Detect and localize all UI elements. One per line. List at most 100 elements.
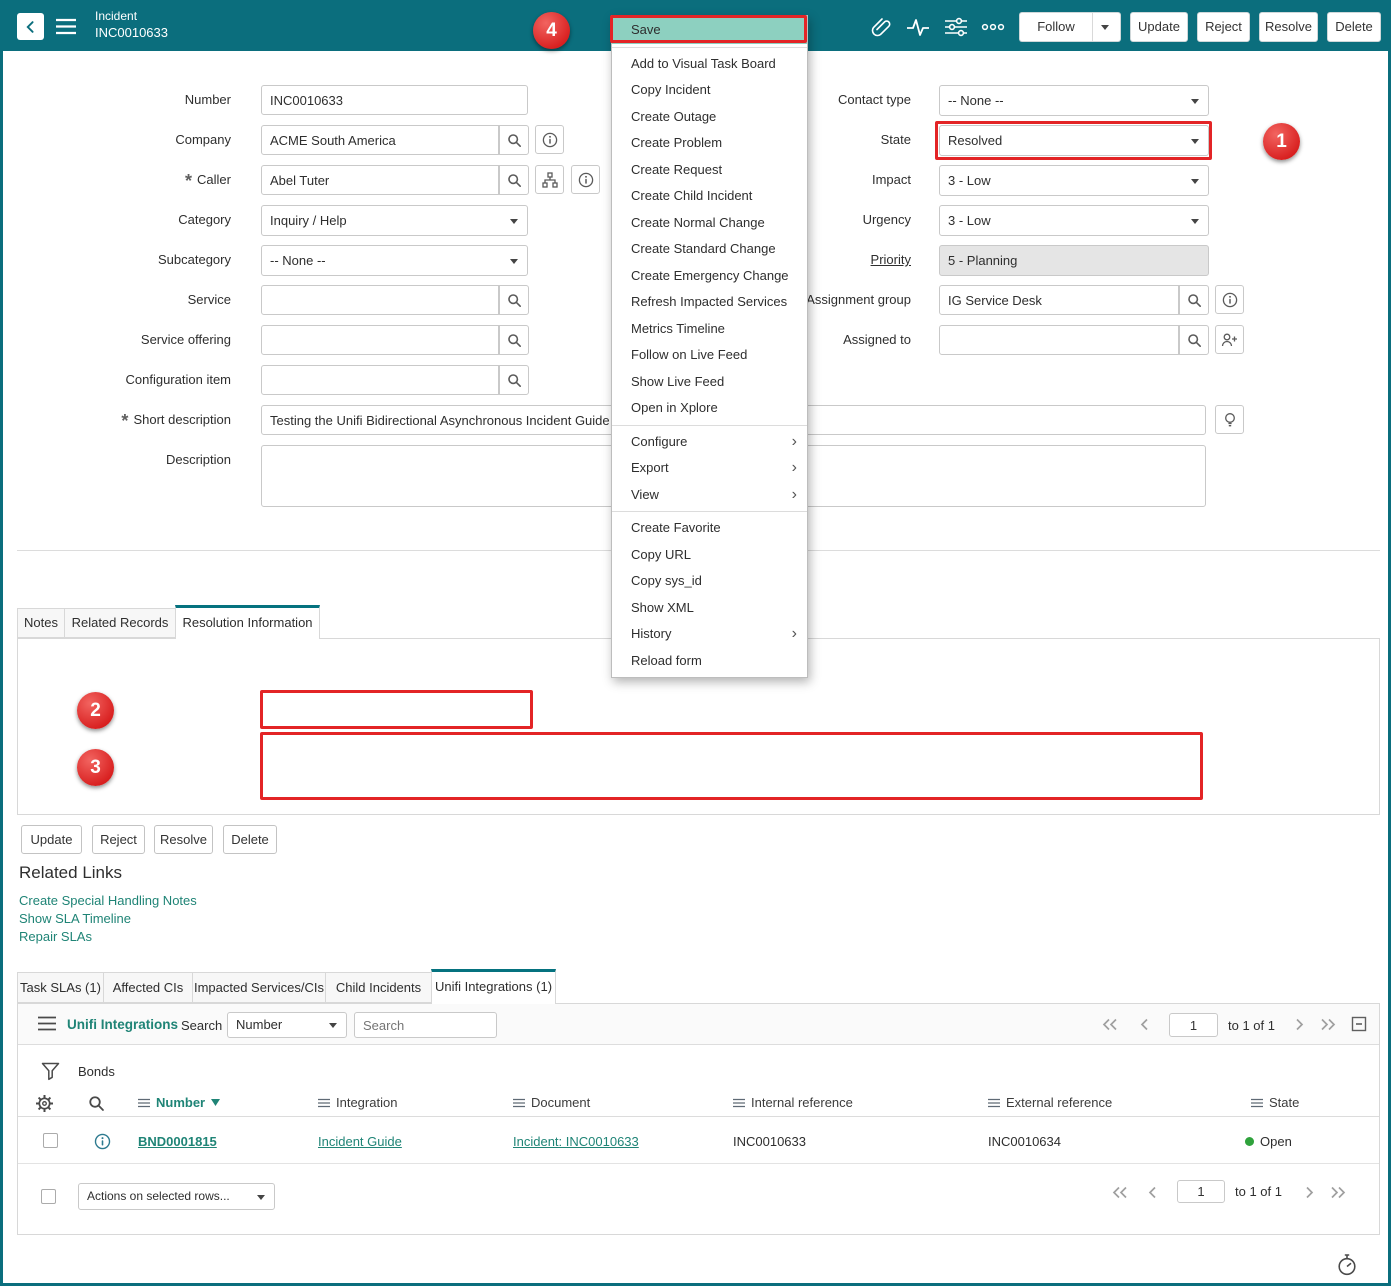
stopwatch-icon[interactable] bbox=[1335, 1253, 1359, 1277]
tab-affected-cis[interactable]: Affected CIs bbox=[103, 972, 193, 1003]
menu-item-show-live-feed[interactable]: Show Live Feed bbox=[612, 369, 807, 396]
caller-lookup-button[interactable] bbox=[499, 165, 529, 195]
column-header-document[interactable]: Document bbox=[513, 1095, 590, 1110]
menu-item-copy-incident[interactable]: Copy Incident bbox=[612, 77, 807, 104]
assigned-to-lookup-button[interactable] bbox=[1179, 325, 1209, 355]
impact-select[interactable]: 3 - Low bbox=[939, 165, 1209, 196]
resolve-button-footer[interactable]: Resolve bbox=[154, 825, 213, 854]
tab-unifi-integrations[interactable]: Unifi Integrations (1) bbox=[431, 969, 556, 1004]
company-info-button[interactable] bbox=[535, 125, 564, 154]
assignment-group-info-button[interactable] bbox=[1215, 285, 1244, 314]
menu-item-create-request[interactable]: Create Request bbox=[612, 157, 807, 184]
menu-item-save[interactable]: Save bbox=[612, 17, 807, 44]
list-menu-icon[interactable] bbox=[37, 1016, 57, 1031]
suggestion-button[interactable] bbox=[1215, 405, 1244, 434]
column-header-external-reference[interactable]: External reference bbox=[988, 1095, 1112, 1110]
list-title[interactable]: Unifi Integrations bbox=[67, 1017, 178, 1032]
list-search-input[interactable] bbox=[354, 1012, 497, 1038]
menu-item-follow-on-live-feed[interactable]: Follow on Live Feed bbox=[612, 342, 807, 369]
service-offering-lookup-button[interactable] bbox=[499, 325, 529, 355]
state-select[interactable]: Resolved bbox=[939, 125, 1209, 156]
personalize-form-icon[interactable] bbox=[944, 16, 968, 38]
assigned-to-input[interactable] bbox=[939, 325, 1179, 355]
row-document-link[interactable]: Incident: INC0010633 bbox=[513, 1134, 639, 1149]
caller-input[interactable] bbox=[261, 165, 499, 195]
category-select[interactable]: Inquiry / Help bbox=[261, 205, 528, 236]
tab-related-records[interactable]: Related Records bbox=[64, 608, 176, 638]
menu-item-view[interactable]: View bbox=[612, 482, 807, 509]
menu-item-show-xml[interactable]: Show XML bbox=[612, 595, 807, 622]
related-link-repair-slas[interactable]: Repair SLAs bbox=[19, 929, 92, 944]
menu-item-refresh-impacted-services[interactable]: Refresh Impacted Services bbox=[612, 289, 807, 316]
menu-item-open-in-xplore[interactable]: Open in Xplore bbox=[612, 395, 807, 422]
update-button-footer[interactable]: Update bbox=[21, 825, 82, 854]
collapse-list-icon[interactable] bbox=[1351, 1016, 1367, 1032]
first-page-icon[interactable] bbox=[1111, 1185, 1129, 1200]
list-search-column-select[interactable]: Number bbox=[227, 1012, 347, 1038]
tab-resolution-information[interactable]: Resolution Information bbox=[175, 605, 320, 639]
menu-item-create-favorite[interactable]: Create Favorite bbox=[612, 515, 807, 542]
column-header-integration[interactable]: Integration bbox=[318, 1095, 397, 1110]
back-button[interactable] bbox=[17, 13, 44, 40]
tab-child-incidents[interactable]: Child Incidents bbox=[325, 972, 432, 1003]
assignment-group-lookup-button[interactable] bbox=[1179, 285, 1209, 315]
menu-item-create-problem[interactable]: Create Problem bbox=[612, 130, 807, 157]
menu-item-reload-form[interactable]: Reload form bbox=[612, 648, 807, 675]
menu-item-metrics-timeline[interactable]: Metrics Timeline bbox=[612, 316, 807, 343]
number-input[interactable] bbox=[261, 85, 528, 115]
service-lookup-button[interactable] bbox=[499, 285, 529, 315]
menu-item-create-outage[interactable]: Create Outage bbox=[612, 104, 807, 131]
gear-icon[interactable] bbox=[35, 1094, 54, 1113]
reject-button[interactable]: Reject bbox=[1197, 12, 1250, 42]
menu-icon[interactable] bbox=[55, 18, 77, 35]
list-page-input[interactable] bbox=[1169, 1013, 1218, 1037]
company-lookup-button[interactable] bbox=[499, 125, 529, 155]
list-search-toggle-icon[interactable] bbox=[88, 1095, 105, 1112]
related-link-show-sla-timeline[interactable]: Show SLA Timeline bbox=[19, 911, 131, 926]
caller-hierarchy-button[interactable] bbox=[535, 165, 564, 194]
follow-button[interactable]: Follow bbox=[1019, 12, 1092, 42]
resolve-button[interactable]: Resolve bbox=[1259, 12, 1318, 42]
menu-item-configure[interactable]: Configure bbox=[612, 429, 807, 456]
menu-item-create-normal-change[interactable]: Create Normal Change bbox=[612, 210, 807, 237]
last-page-icon[interactable] bbox=[1319, 1017, 1337, 1032]
row-number-link[interactable]: BND0001815 bbox=[138, 1134, 217, 1149]
prev-page-icon[interactable] bbox=[1145, 1185, 1159, 1200]
contact-type-select[interactable]: -- None -- bbox=[939, 85, 1209, 116]
menu-item-history[interactable]: History bbox=[612, 621, 807, 648]
assignment-group-input[interactable] bbox=[939, 285, 1179, 315]
menu-item-export[interactable]: Export bbox=[612, 455, 807, 482]
menu-item-create-emergency-change[interactable]: Create Emergency Change bbox=[612, 263, 807, 290]
menu-item-add-to-visual-task-board[interactable]: Add to Visual Task Board bbox=[612, 51, 807, 78]
last-page-icon[interactable] bbox=[1329, 1185, 1347, 1200]
menu-item-copy-sys-id[interactable]: Copy sys_id bbox=[612, 568, 807, 595]
menu-item-create-standard-change[interactable]: Create Standard Change bbox=[612, 236, 807, 263]
row-checkbox[interactable] bbox=[43, 1133, 58, 1148]
update-button[interactable]: Update bbox=[1130, 12, 1188, 42]
menu-item-copy-url[interactable]: Copy URL bbox=[612, 542, 807, 569]
row-integration-link[interactable]: Incident Guide bbox=[318, 1134, 402, 1149]
activity-stream-icon[interactable] bbox=[906, 16, 930, 38]
attachment-icon[interactable] bbox=[869, 16, 893, 38]
reject-button-footer[interactable]: Reject bbox=[92, 825, 145, 854]
filter-icon[interactable] bbox=[41, 1062, 60, 1081]
tab-notes[interactable]: Notes bbox=[17, 608, 65, 638]
column-header-internal-reference[interactable]: Internal reference bbox=[733, 1095, 853, 1110]
list-actions-select[interactable]: Actions on selected rows... bbox=[78, 1183, 275, 1210]
first-page-icon[interactable] bbox=[1101, 1017, 1119, 1032]
next-page-icon[interactable] bbox=[1293, 1017, 1307, 1032]
more-options-icon[interactable] bbox=[981, 16, 1005, 38]
record-preview-icon[interactable] bbox=[94, 1133, 111, 1150]
company-input[interactable] bbox=[261, 125, 499, 155]
subcategory-select[interactable]: -- None -- bbox=[261, 245, 528, 276]
related-link-create-special-handling-notes[interactable]: Create Special Handling Notes bbox=[19, 893, 197, 908]
caller-info-button[interactable] bbox=[571, 165, 600, 194]
column-header-number[interactable]: Number bbox=[138, 1095, 220, 1110]
column-header-state[interactable]: State bbox=[1251, 1095, 1299, 1110]
menu-item-create-child-incident[interactable]: Create Child Incident bbox=[612, 183, 807, 210]
tab-impacted-services-cis[interactable]: Impacted Services/CIs bbox=[192, 972, 326, 1003]
service-offering-input[interactable] bbox=[261, 325, 499, 355]
assign-to-me-button[interactable] bbox=[1215, 325, 1244, 354]
tab-task-slas[interactable]: Task SLAs (1) bbox=[17, 972, 104, 1003]
configuration-item-input[interactable] bbox=[261, 365, 499, 395]
